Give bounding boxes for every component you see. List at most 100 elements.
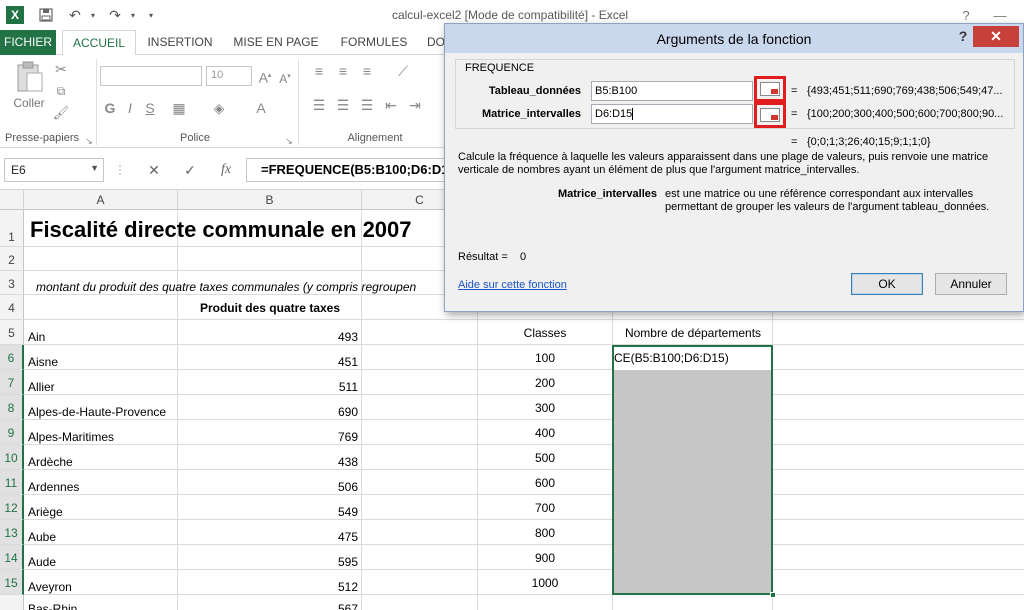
enter-formula-icon[interactable]: ✓ [178,160,202,180]
row-header[interactable]: 1 [0,210,24,247]
tab-mise-en-page[interactable]: MISE EN PAGE [226,30,326,55]
column-header-a[interactable]: A [24,190,178,210]
tab-donnees[interactable]: DO [426,30,446,55]
help-link[interactable]: Aide sur cette fonction [458,279,567,291]
save-icon[interactable] [36,5,56,25]
arg2-input[interactable]: D6:D15 [591,104,753,124]
ok-button[interactable]: OK [851,273,923,295]
row-header[interactable]: 5 [0,320,24,345]
row-header[interactable]: 13 [0,520,24,545]
align-left-icon[interactable]: ☰ [310,97,328,113]
shrink-font-icon[interactable]: A▾ [276,69,294,87]
align-bottom-icon[interactable]: ≡ [358,63,376,79]
department-cell[interactable]: Ardennes [28,480,79,494]
value-cell[interactable]: 690 [178,405,362,419]
department-cell[interactable]: Aveyron [28,580,72,594]
font-size-combo[interactable]: 10 [206,66,252,86]
paste-label[interactable]: Coller [8,95,50,111]
header-produit[interactable]: Produit des quatre taxes [178,301,362,315]
dialog-help-icon[interactable]: ? [953,28,973,44]
row-header[interactable]: 3 [0,271,24,295]
bold-icon[interactable]: G [102,100,118,116]
class-cell[interactable]: 900 [478,551,612,565]
fill-handle[interactable] [770,592,776,598]
align-center-icon[interactable]: ☰ [334,97,352,113]
font-name-combo[interactable] [100,66,202,86]
value-cell[interactable]: 595 [178,555,362,569]
align-top-icon[interactable]: ≡ [310,63,328,79]
value-cell[interactable]: 451 [178,355,362,369]
class-cell[interactable]: 200 [478,376,612,390]
value-cell[interactable]: 493 [178,330,362,344]
value-cell[interactable]: 438 [178,455,362,469]
undo-icon[interactable]: ↶ [64,5,86,25]
class-cell[interactable]: 800 [478,526,612,540]
redo-dropdown-icon[interactable]: ▾ [126,5,140,25]
row-header[interactable] [0,595,24,610]
tab-fichier[interactable]: FICHIER [0,30,56,55]
class-cell[interactable]: 1000 [478,576,612,590]
department-cell[interactable]: Bas-Rhin [28,602,77,610]
undo-dropdown-icon[interactable]: ▾ [86,5,100,25]
clipboard-launcher-icon[interactable]: ↘ [84,133,94,149]
sheet-title[interactable]: Fiscalité directe communale en 2007 [30,217,412,243]
department-cell[interactable]: Aube [28,530,56,544]
class-cell[interactable]: 400 [478,426,612,440]
active-cell[interactable]: CE(B5:B100;D6:D15) [614,347,771,370]
font-color-icon[interactable]: A [252,100,270,116]
underline-icon[interactable]: S [142,100,158,116]
cancel-button[interactable]: Annuler [935,273,1007,295]
row-header[interactable]: 6 [0,345,24,370]
format-painter-icon[interactable]: 🖌 [52,105,70,121]
copy-icon[interactable]: ⧉ [52,83,70,99]
orientation-icon[interactable]: ⟋ [394,63,412,79]
decrease-indent-icon[interactable]: ⇤ [382,97,400,113]
insert-function-icon[interactable]: fx [214,160,238,180]
row-header[interactable]: 12 [0,495,24,520]
cancel-formula-icon[interactable]: ✕ [142,160,166,180]
column-header-b[interactable]: B [178,190,362,210]
department-cell[interactable]: Ariège [28,505,63,519]
department-cell[interactable]: Allier [28,380,55,394]
value-cell[interactable]: 511 [178,380,362,394]
value-cell[interactable]: 549 [178,505,362,519]
class-cell[interactable]: 500 [478,451,612,465]
row-header[interactable]: 11 [0,470,24,495]
row-header[interactable]: 10 [0,445,24,470]
header-nombre[interactable]: Nombre de départements [613,326,773,340]
chevron-down-icon[interactable]: ▼ [90,163,99,173]
arg2-collapse-ref-button[interactable] [754,102,786,128]
department-cell[interactable]: Alpes-de-Haute-Provence [28,405,166,419]
value-cell[interactable]: 769 [178,430,362,444]
value-cell[interactable]: 512 [178,580,362,594]
dialog-close-icon[interactable]: ✕ [973,26,1019,47]
value-cell[interactable]: 475 [178,530,362,544]
class-cell[interactable]: 100 [478,351,612,365]
class-cell[interactable]: 300 [478,401,612,415]
increase-indent-icon[interactable]: ⇥ [406,97,424,113]
row-header[interactable]: 2 [0,247,24,271]
tab-formules[interactable]: FORMULES [334,30,414,55]
align-middle-icon[interactable]: ≡ [334,63,352,79]
font-launcher-icon[interactable]: ↘ [284,133,294,149]
value-cell[interactable]: 567 [178,602,362,610]
department-cell[interactable]: Aisne [28,355,58,369]
arg1-input[interactable]: B5:B100 [591,81,753,101]
arg1-collapse-ref-button[interactable] [754,76,786,102]
row-header[interactable]: 4 [0,295,24,320]
fill-color-icon[interactable]: ◈ [210,100,228,116]
customize-qat-icon[interactable]: ▾ [144,5,158,25]
row-header[interactable]: 9 [0,420,24,445]
paste-icon[interactable] [14,61,46,93]
header-classes[interactable]: Classes [478,326,612,340]
class-cell[interactable]: 600 [478,476,612,490]
sheet-subtitle[interactable]: montant du produit des quatre taxes comm… [36,280,416,294]
excel-app-icon[interactable]: X [6,6,24,24]
italic-icon[interactable]: I [122,100,138,116]
department-cell[interactable]: Aude [28,555,56,569]
name-box[interactable]: E6 ▼ [4,158,104,182]
class-cell[interactable]: 700 [478,501,612,515]
row-header[interactable]: 7 [0,370,24,395]
row-header[interactable]: 14 [0,545,24,570]
cut-icon[interactable]: ✂ [52,61,70,77]
